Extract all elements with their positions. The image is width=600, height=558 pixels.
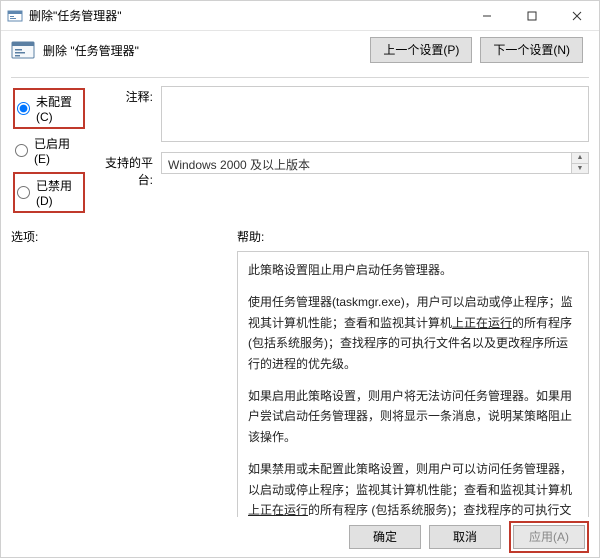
platform-field: Windows 2000 及以上版本 ▲ ▼ (161, 152, 589, 174)
help-p1: 此策略设置阻止用户启动任务管理器。 (248, 260, 578, 280)
radio-disabled-input[interactable] (17, 186, 30, 199)
policy-header: 删除 "任务管理器" 上一个设置(P) 下一个设置(N) (1, 31, 599, 73)
next-setting-button[interactable]: 下一个设置(N) (480, 37, 583, 63)
radio-not-configured-input[interactable] (17, 102, 30, 115)
help-p2: 使用任务管理器(taskmgr.exe)，用户可以启动或停止程序；监视其计算机性… (248, 292, 578, 374)
radio-not-configured[interactable]: 未配置(C) (13, 88, 85, 129)
radio-enabled[interactable]: 已启用(E) (13, 132, 85, 169)
config-section: 未配置(C) 已启用(E) 已禁用(D) 注释: 支持的平台: Windows … (1, 86, 599, 218)
comment-label: 注释: (93, 86, 153, 105)
window-controls (464, 1, 599, 30)
close-button[interactable] (554, 1, 599, 30)
window-title: 删除"任务管理器" (29, 7, 464, 24)
config-fields: 注释: 支持的平台: Windows 2000 及以上版本 ▲ ▼ (87, 86, 589, 188)
radio-not-configured-label: 未配置(C) (36, 93, 81, 124)
comment-input[interactable] (161, 86, 589, 142)
title-bar: 删除"任务管理器" (1, 1, 599, 31)
chevron-up-icon[interactable]: ▲ (572, 153, 588, 164)
policy-title: 删除 "任务管理器" (43, 42, 362, 59)
prev-setting-button[interactable]: 上一个设置(P) (370, 37, 472, 63)
platform-label: 支持的平台: (93, 152, 153, 188)
cancel-button[interactable]: 取消 (429, 525, 501, 549)
maximize-button[interactable] (509, 1, 554, 30)
options-label: 选项: (11, 228, 225, 245)
policy-icon (7, 8, 23, 24)
apply-highlight: 应用(A) (509, 521, 589, 553)
options-column: 选项: (11, 228, 225, 538)
platform-value: Windows 2000 及以上版本 (162, 153, 571, 173)
platform-spinner[interactable]: ▲ ▼ (571, 153, 588, 173)
radio-disabled[interactable]: 已禁用(D) (13, 172, 85, 213)
minimize-button[interactable] (464, 1, 509, 30)
help-p3: 如果启用此策略设置，则用户将无法访问任务管理器。如果用户尝试启动任务管理器，则将… (248, 386, 578, 447)
policy-large-icon (11, 38, 35, 62)
help-column: 帮助: 此策略设置阻止用户启动任务管理器。 使用任务管理器(taskmgr.ex… (237, 228, 589, 538)
chevron-down-icon[interactable]: ▼ (572, 164, 588, 174)
state-radio-group: 未配置(C) 已启用(E) 已禁用(D) (11, 86, 87, 218)
ok-button[interactable]: 确定 (349, 525, 421, 549)
apply-button[interactable]: 应用(A) (513, 525, 585, 549)
help-label: 帮助: (237, 228, 589, 245)
divider (11, 77, 589, 78)
radio-disabled-label: 已禁用(D) (36, 177, 81, 208)
help-text: 此策略设置阻止用户启动任务管理器。 使用任务管理器(taskmgr.exe)，用… (237, 251, 589, 538)
dialog-footer: 确定 取消 应用(A) (1, 517, 599, 557)
radio-enabled-input[interactable] (15, 144, 28, 157)
lower-section: 选项: 帮助: 此策略设置阻止用户启动任务管理器。 使用任务管理器(taskmg… (1, 218, 599, 538)
radio-enabled-label: 已启用(E) (34, 135, 83, 166)
